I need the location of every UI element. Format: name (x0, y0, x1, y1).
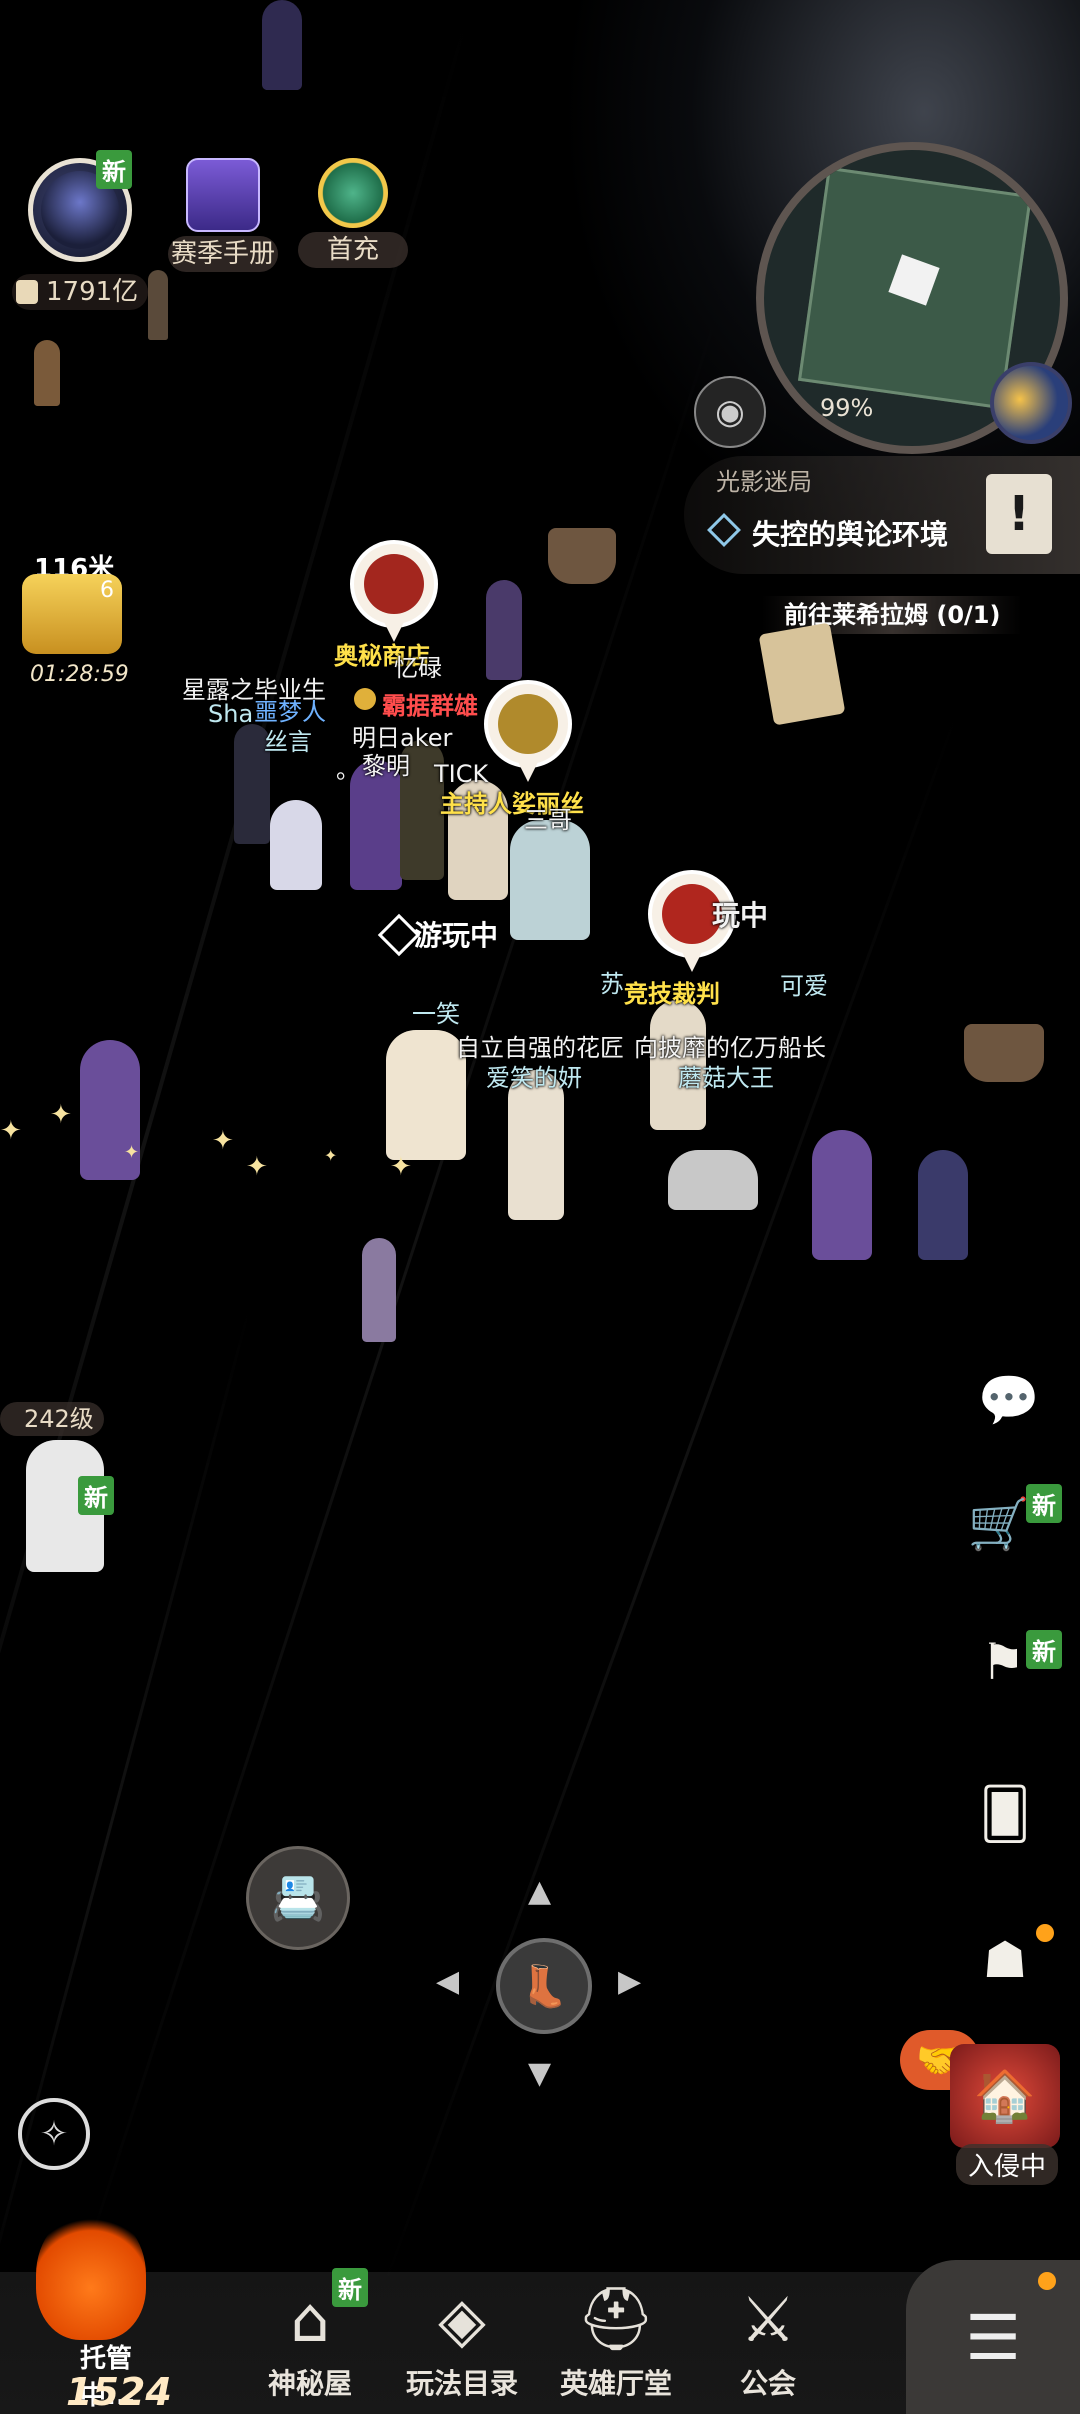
character[interactable] (270, 800, 322, 890)
host-pin[interactable] (484, 680, 572, 782)
first-charge-label: 首充 (298, 232, 408, 268)
first-charge-button[interactable]: 首充 (298, 158, 408, 268)
scales-icon (364, 554, 424, 614)
contact-card-icon[interactable]: 📇 (246, 1846, 350, 1950)
joystick-boot-icon[interactable]: 👢 (496, 1938, 592, 2034)
guild-crown-icon (354, 688, 376, 710)
playing-status: 玩中 (712, 899, 769, 932)
gift-new-badge: 新 (1026, 1484, 1062, 1523)
crossed-swords-icon: ⚔ (740, 2282, 796, 2356)
character[interactable] (668, 1150, 758, 1210)
season-handbook-label: 赛季手册 (168, 236, 278, 272)
player-name[interactable]: 苏 (600, 964, 624, 999)
nav-label: 神秘屋 (267, 2367, 352, 2400)
character[interactable] (386, 1030, 466, 1160)
invade-label: 入侵中 (956, 2144, 1059, 2185)
event-count: 6 (100, 578, 114, 603)
nav-label: 玩法目录 (405, 2367, 518, 2400)
first-charge-icon (318, 158, 388, 228)
nav-gameplay-catalog[interactable]: ◈ 玩法目录 (402, 2274, 522, 2402)
character[interactable] (262, 0, 302, 90)
joystick-right-arrow[interactable]: ▶ (618, 1964, 641, 1999)
currency-value: 1791亿 (46, 277, 139, 307)
auto-hosting-button[interactable]: 托管中... 1524 (0, 2210, 186, 2414)
nav-label: 公会 (739, 2367, 796, 2400)
quest-title[interactable]: 失控的舆论环境 (752, 513, 948, 553)
player-new-badge: 新 (78, 1476, 114, 1515)
season-handbook-button[interactable]: 赛季手册 (168, 158, 278, 272)
character[interactable] (148, 270, 168, 340)
character[interactable] (918, 1150, 968, 1260)
player-level: 242级 (0, 1402, 104, 1436)
helmet-icon: ⛑ (576, 2282, 656, 2355)
menu-notification-dot (1038, 2272, 1056, 2290)
hide-ui-eye-icon[interactable]: ◉ (694, 376, 766, 448)
day-night-icon[interactable] (990, 362, 1072, 444)
nav-hero-hall[interactable]: ⛑ 英雄厅堂 (556, 2274, 676, 2402)
avatar-new-badge: 新 (96, 150, 132, 189)
well-prop (964, 1024, 1044, 1082)
joystick-up-arrow[interactable]: ▲ (528, 1874, 551, 1909)
player-name[interactable]: 蘑菇大王 (678, 1058, 774, 1093)
joystick-left-arrow[interactable]: ◀ (436, 1964, 459, 1999)
diamond-grid-icon: ◈ (438, 2282, 486, 2356)
playing-status: 游玩中 (414, 919, 499, 952)
chat-bubble-icon[interactable]: 💬 (966, 1360, 1052, 1440)
character[interactable] (486, 580, 522, 680)
player-name: 。 (336, 756, 360, 784)
player-name[interactable]: 可爱 (780, 966, 828, 1001)
character[interactable] (812, 1130, 872, 1260)
shop-pin[interactable] (350, 540, 438, 642)
player-name[interactable]: 丝言 (264, 722, 312, 757)
player-name[interactable]: 一笑 (412, 994, 460, 1029)
npc-referee-name[interactable]: 竞技裁判 (624, 974, 720, 1009)
character[interactable] (362, 1238, 396, 1342)
currency-icon (16, 280, 38, 304)
nav-label: 英雄厅堂 (559, 2367, 672, 2400)
cards-icon[interactable]: 🂠 (962, 1774, 1048, 1854)
joystick-down-arrow[interactable]: ▼ (528, 2056, 551, 2091)
compass-icon[interactable]: ✧ (18, 2098, 90, 2170)
minimap-percent: 99% (820, 394, 874, 422)
player-name[interactable]: 黎明 (362, 746, 410, 781)
player-name[interactable]: 忆碌 (394, 648, 442, 683)
guild-name[interactable]: 霸据群雄 (382, 686, 478, 721)
well-prop (548, 528, 616, 584)
event-timer: 01:28:59 (30, 662, 129, 687)
scroll-prop[interactable] (758, 622, 846, 726)
invade-castle-icon[interactable]: 🏠 (950, 2044, 1060, 2148)
season-book-icon (186, 158, 260, 232)
player-name[interactable]: 三哥 (524, 800, 572, 835)
quest-book-icon[interactable]: ! (986, 474, 1052, 554)
notification-dot (1036, 1924, 1054, 1942)
hosting-value: 1524 (66, 2370, 172, 2414)
medal-icon (498, 694, 558, 754)
quest-category: 光影迷局 (716, 468, 812, 496)
player-name[interactable]: 爱笑的妍 (486, 1058, 582, 1093)
player-name[interactable]: Sha (208, 700, 253, 728)
character[interactable] (34, 340, 60, 406)
flame-icon (36, 2210, 146, 2340)
flag-new-badge: 新 (1026, 1630, 1062, 1669)
nav-guild[interactable]: ⚔ 公会 (708, 2274, 828, 2402)
character[interactable] (510, 820, 590, 940)
mystery-new-badge: 新 (332, 2268, 368, 2307)
